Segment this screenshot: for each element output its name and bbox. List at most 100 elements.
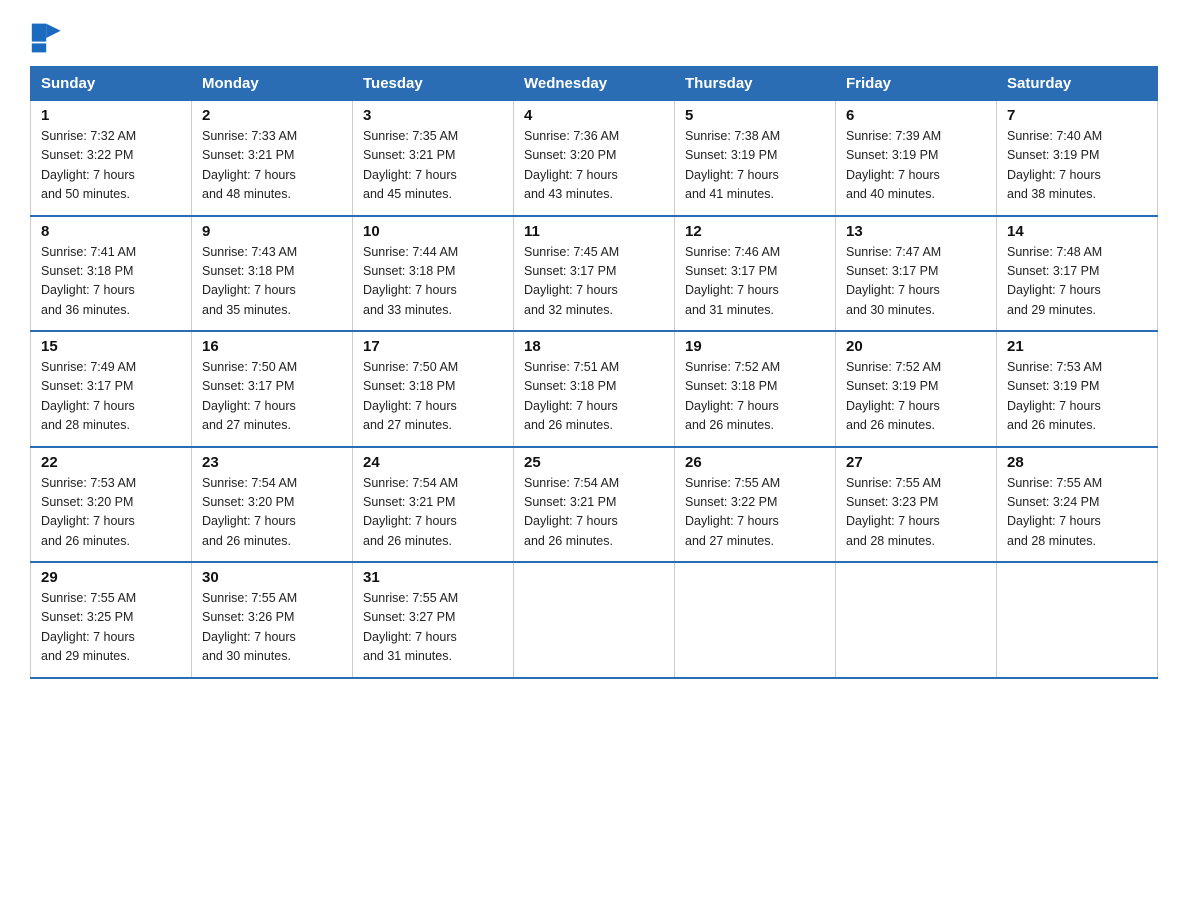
logo-icon xyxy=(30,20,66,56)
day-info: Sunrise: 7:32 AMSunset: 3:22 PMDaylight:… xyxy=(41,127,181,205)
calendar-cell: 28Sunrise: 7:55 AMSunset: 3:24 PMDayligh… xyxy=(997,447,1158,563)
day-info: Sunrise: 7:39 AMSunset: 3:19 PMDaylight:… xyxy=(846,127,986,205)
day-info: Sunrise: 7:44 AMSunset: 3:18 PMDaylight:… xyxy=(363,243,503,321)
day-number: 21 xyxy=(1007,338,1147,355)
weekday-header-monday: Monday xyxy=(192,67,353,101)
day-info: Sunrise: 7:40 AMSunset: 3:19 PMDaylight:… xyxy=(1007,127,1147,205)
weekday-header-tuesday: Tuesday xyxy=(353,67,514,101)
day-number: 25 xyxy=(524,454,664,471)
day-number: 20 xyxy=(846,338,986,355)
day-number: 10 xyxy=(363,223,503,240)
day-info: Sunrise: 7:55 AMSunset: 3:26 PMDaylight:… xyxy=(202,589,342,667)
calendar-cell: 13 Sunrise: 7:47 AMSunset: 3:17 PMDayligh… xyxy=(836,216,997,332)
day-number: 4 xyxy=(524,107,664,124)
day-info: Sunrise: 7:48 AMSunset: 3:17 PMDaylight:… xyxy=(1007,243,1147,321)
page-header xyxy=(30,20,1158,56)
calendar-cell: 25Sunrise: 7:54 AMSunset: 3:21 PMDayligh… xyxy=(514,447,675,563)
day-info: Sunrise: 7:52 AMSunset: 3:19 PMDaylight:… xyxy=(846,358,986,436)
week-row-1: 1 Sunrise: 7:32 AMSunset: 3:22 PMDaylight… xyxy=(31,101,1158,216)
calendar-cell: 17 Sunrise: 7:50 AMSunset: 3:18 PMDayligh… xyxy=(353,331,514,447)
day-info: Sunrise: 7:55 AMSunset: 3:27 PMDaylight:… xyxy=(363,589,503,667)
week-row-4: 22 Sunrise: 7:53 AMSunset: 3:20 PMDayligh… xyxy=(31,447,1158,563)
calendar-cell xyxy=(836,562,997,678)
calendar-cell: 6 Sunrise: 7:39 AMSunset: 3:19 PMDaylight… xyxy=(836,101,997,216)
day-number: 26 xyxy=(685,454,825,471)
day-info: Sunrise: 7:50 AMSunset: 3:17 PMDaylight:… xyxy=(202,358,342,436)
calendar-cell xyxy=(675,562,836,678)
calendar-cell: 11Sunrise: 7:45 AMSunset: 3:17 PMDayligh… xyxy=(514,216,675,332)
calendar-cell: 1 Sunrise: 7:32 AMSunset: 3:22 PMDaylight… xyxy=(31,101,192,216)
day-number: 13 xyxy=(846,223,986,240)
weekday-header-saturday: Saturday xyxy=(997,67,1158,101)
calendar-cell: 31 Sunrise: 7:55 AMSunset: 3:27 PMDayligh… xyxy=(353,562,514,678)
weekday-header-sunday: Sunday xyxy=(31,67,192,101)
weekday-header-row: SundayMondayTuesdayWednesdayThursdayFrid… xyxy=(31,67,1158,101)
calendar-cell: 2 Sunrise: 7:33 AMSunset: 3:21 PMDaylight… xyxy=(192,101,353,216)
day-number: 14 xyxy=(1007,223,1147,240)
calendar-cell: 21 Sunrise: 7:53 AMSunset: 3:19 PMDayligh… xyxy=(997,331,1158,447)
calendar-header: SundayMondayTuesdayWednesdayThursdayFrid… xyxy=(31,67,1158,101)
day-info: Sunrise: 7:33 AMSunset: 3:21 PMDaylight:… xyxy=(202,127,342,205)
day-number: 18 xyxy=(524,338,664,355)
calendar-cell: 4 Sunrise: 7:36 AMSunset: 3:20 PMDaylight… xyxy=(514,101,675,216)
day-number: 31 xyxy=(363,569,503,586)
week-row-5: 29 Sunrise: 7:55 AMSunset: 3:25 PMDayligh… xyxy=(31,562,1158,678)
weekday-header-friday: Friday xyxy=(836,67,997,101)
day-info: Sunrise: 7:45 AMSunset: 3:17 PMDaylight:… xyxy=(524,243,664,321)
day-info: Sunrise: 7:43 AMSunset: 3:18 PMDaylight:… xyxy=(202,243,342,321)
day-number: 5 xyxy=(685,107,825,124)
calendar-cell: 27Sunrise: 7:55 AMSunset: 3:23 PMDayligh… xyxy=(836,447,997,563)
day-number: 6 xyxy=(846,107,986,124)
calendar-cell xyxy=(997,562,1158,678)
day-info: Sunrise: 7:36 AMSunset: 3:20 PMDaylight:… xyxy=(524,127,664,205)
weekday-header-wednesday: Wednesday xyxy=(514,67,675,101)
calendar-cell: 23 Sunrise: 7:54 AMSunset: 3:20 PMDayligh… xyxy=(192,447,353,563)
day-number: 8 xyxy=(41,223,181,240)
calendar-cell: 8 Sunrise: 7:41 AMSunset: 3:18 PMDaylight… xyxy=(31,216,192,332)
day-info: Sunrise: 7:54 AMSunset: 3:20 PMDaylight:… xyxy=(202,474,342,552)
calendar-cell: 15Sunrise: 7:49 AMSunset: 3:17 PMDayligh… xyxy=(31,331,192,447)
day-info: Sunrise: 7:46 AMSunset: 3:17 PMDaylight:… xyxy=(685,243,825,321)
calendar-cell: 24 Sunrise: 7:54 AMSunset: 3:21 PMDayligh… xyxy=(353,447,514,563)
calendar-cell: 20 Sunrise: 7:52 AMSunset: 3:19 PMDayligh… xyxy=(836,331,997,447)
day-number: 29 xyxy=(41,569,181,586)
day-info: Sunrise: 7:50 AMSunset: 3:18 PMDaylight:… xyxy=(363,358,503,436)
day-number: 24 xyxy=(363,454,503,471)
day-number: 23 xyxy=(202,454,342,471)
day-number: 28 xyxy=(1007,454,1147,471)
calendar-cell: 3Sunrise: 7:35 AMSunset: 3:21 PMDaylight… xyxy=(353,101,514,216)
week-row-2: 8 Sunrise: 7:41 AMSunset: 3:18 PMDaylight… xyxy=(31,216,1158,332)
logo xyxy=(30,20,68,56)
week-row-3: 15Sunrise: 7:49 AMSunset: 3:17 PMDayligh… xyxy=(31,331,1158,447)
day-info: Sunrise: 7:54 AMSunset: 3:21 PMDaylight:… xyxy=(363,474,503,552)
day-info: Sunrise: 7:55 AMSunset: 3:25 PMDaylight:… xyxy=(41,589,181,667)
day-number: 16 xyxy=(202,338,342,355)
calendar-cell: 29 Sunrise: 7:55 AMSunset: 3:25 PMDayligh… xyxy=(31,562,192,678)
calendar-cell xyxy=(514,562,675,678)
day-number: 30 xyxy=(202,569,342,586)
calendar-cell: 7 Sunrise: 7:40 AMSunset: 3:19 PMDaylight… xyxy=(997,101,1158,216)
day-info: Sunrise: 7:55 AMSunset: 3:23 PMDaylight:… xyxy=(846,474,986,552)
day-number: 7 xyxy=(1007,107,1147,124)
day-info: Sunrise: 7:47 AMSunset: 3:17 PMDaylight:… xyxy=(846,243,986,321)
day-number: 2 xyxy=(202,107,342,124)
day-info: Sunrise: 7:52 AMSunset: 3:18 PMDaylight:… xyxy=(685,358,825,436)
day-info: Sunrise: 7:55 AMSunset: 3:22 PMDaylight:… xyxy=(685,474,825,552)
calendar-cell: 14 Sunrise: 7:48 AMSunset: 3:17 PMDayligh… xyxy=(997,216,1158,332)
day-number: 9 xyxy=(202,223,342,240)
weekday-header-thursday: Thursday xyxy=(675,67,836,101)
day-info: Sunrise: 7:53 AMSunset: 3:19 PMDaylight:… xyxy=(1007,358,1147,436)
day-info: Sunrise: 7:53 AMSunset: 3:20 PMDaylight:… xyxy=(41,474,181,552)
day-number: 1 xyxy=(41,107,181,124)
day-number: 17 xyxy=(363,338,503,355)
day-number: 22 xyxy=(41,454,181,471)
calendar-cell: 22 Sunrise: 7:53 AMSunset: 3:20 PMDayligh… xyxy=(31,447,192,563)
day-info: Sunrise: 7:41 AMSunset: 3:18 PMDaylight:… xyxy=(41,243,181,321)
calendar-cell: 18Sunrise: 7:51 AMSunset: 3:18 PMDayligh… xyxy=(514,331,675,447)
calendar-cell: 26 Sunrise: 7:55 AMSunset: 3:22 PMDayligh… xyxy=(675,447,836,563)
calendar-cell: 9 Sunrise: 7:43 AMSunset: 3:18 PMDaylight… xyxy=(192,216,353,332)
day-number: 12 xyxy=(685,223,825,240)
day-info: Sunrise: 7:49 AMSunset: 3:17 PMDaylight:… xyxy=(41,358,181,436)
day-info: Sunrise: 7:38 AMSunset: 3:19 PMDaylight:… xyxy=(685,127,825,205)
calendar-cell: 5 Sunrise: 7:38 AMSunset: 3:19 PMDaylight… xyxy=(675,101,836,216)
